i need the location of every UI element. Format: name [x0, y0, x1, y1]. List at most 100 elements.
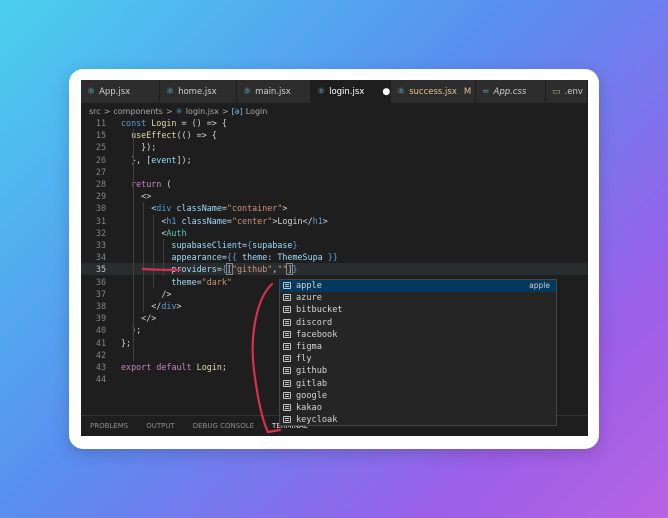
code-token: h1 — [312, 215, 323, 226]
code-text: const Login = () => { — [121, 117, 227, 129]
code-token: } — [292, 240, 298, 250]
env-file-icon: ▭ — [552, 86, 561, 97]
code-text: theme="dark" — [121, 276, 232, 288]
breadcrumb-symbol[interactable]: Login — [246, 107, 268, 116]
suggestion-label: github — [296, 366, 328, 377]
tab-label: login.jsx — [329, 86, 365, 97]
indent-guide — [153, 214, 154, 288]
code-token: useEffect — [131, 130, 177, 141]
code-line[interactable]: 25 }); — [81, 141, 588, 153]
code-token: supabaseClient — [171, 240, 243, 250]
code-token: const — [121, 118, 152, 128]
code-token: = () => { — [176, 118, 227, 128]
suggestion-item[interactable]: kakao — [280, 402, 556, 414]
code-line[interactable]: 32 <Auth — [81, 227, 588, 239]
code-token: event — [151, 154, 177, 165]
code-token: supabase — [252, 240, 293, 250]
code-text: </> — [121, 312, 156, 324]
code-token: }; — [121, 337, 132, 348]
indent-guide — [143, 202, 144, 313]
code-line[interactable]: 15 useEffect(() => { — [81, 129, 588, 141]
code-text: ); — [121, 324, 141, 336]
code-line[interactable]: 28 return ( — [81, 178, 588, 190]
code-token: }} — [322, 252, 338, 263]
suggestion-item[interactable]: github — [280, 365, 556, 377]
code-text: }; — [121, 337, 131, 349]
tab-label: App.css — [493, 86, 527, 97]
line-number: 41 — [95, 337, 106, 348]
code-token: "container" — [226, 203, 283, 214]
tab-login-jsx[interactable]: ⚛ login.jsx ● — [311, 80, 391, 103]
unsaved-dot-icon[interactable]: ● — [382, 87, 390, 97]
code-token: appearance — [171, 252, 222, 263]
react-icon: ⚛ — [243, 86, 252, 97]
code-line[interactable]: 29 <> — [81, 190, 588, 202]
panel-tab-problems[interactable]: PROBLEMS — [90, 422, 128, 430]
line-number: 31 — [95, 215, 106, 226]
tab-home-jsx[interactable]: ⚛ home.jsx — [160, 80, 237, 103]
suggestion-detail: apple — [529, 281, 550, 290]
text-value-icon — [283, 306, 291, 314]
code-line[interactable]: 33 supabaseClient={supabase} — [81, 239, 588, 251]
tab-success-jsx[interactable]: ⚛ success.jsx M — [391, 80, 476, 103]
breadcrumb-components[interactable]: components — [113, 107, 162, 116]
suggestion-item[interactable]: discord — [280, 317, 556, 329]
suggestion-label: azure — [296, 293, 322, 304]
tab-env[interactable]: ▭ .env — [546, 80, 588, 103]
code-token: ThemeSupa — [277, 252, 323, 263]
react-icon: ⚛ — [397, 86, 406, 97]
text-value-icon — [283, 294, 291, 302]
code-editor-window: ⚛ App.jsx ⚛ home.jsx ⚛ main.jsx ⚛ login.jsx ● ⚛ su… — [81, 80, 588, 436]
suggestion-item[interactable]: bitbucket — [280, 304, 556, 316]
tab-app-css[interactable]: ≈ App.css — [476, 80, 546, 103]
breadcrumb-file[interactable]: login.jsx — [186, 107, 219, 116]
tab-main-jsx[interactable]: ⚛ main.jsx — [237, 80, 311, 103]
code-token: className — [181, 215, 227, 226]
text-value-icon — [283, 404, 291, 411]
code-line[interactable]: 11 const Login = () => { — [81, 117, 588, 129]
suggestion-item[interactable]: azure — [280, 292, 556, 304]
suggestion-item[interactable]: google — [280, 390, 556, 402]
suggestion-item[interactable]: facebook — [280, 329, 556, 341]
suggestion-item[interactable]: apple apple — [280, 280, 556, 293]
code-token: >Login</ — [272, 215, 313, 226]
code-text: }, [event]); — [121, 154, 192, 166]
tab-app-jsx[interactable]: ⚛ App.jsx — [81, 80, 160, 103]
code-token: return — [131, 179, 162, 189]
text-value-icon — [283, 416, 291, 424]
code-text: providers={["github",""]} — [121, 263, 298, 276]
code-token: (() => { — [176, 130, 217, 141]
code-token: ]); — [176, 154, 192, 165]
code-line[interactable]: 27 — [81, 166, 588, 178]
code-token: > — [322, 215, 328, 226]
css-icon: ≈ — [482, 86, 490, 97]
panel-tab-debug-console[interactable]: DEBUG CONSOLE — [193, 422, 254, 430]
suggestion-item[interactable]: keycloak — [280, 414, 556, 426]
suggestion-item[interactable]: figma — [280, 341, 556, 353]
breadcrumb-src[interactable]: src — [89, 107, 101, 116]
code-token: theme — [171, 276, 197, 287]
panel-tab-output[interactable]: OUTPUT — [146, 422, 175, 430]
code-line[interactable]: 30 <div className="container"> — [81, 202, 588, 214]
suggestion-item[interactable]: gitlab — [280, 378, 556, 390]
code-token: ( — [161, 179, 172, 189]
code-token: > — [176, 301, 182, 311]
line-number: 37 — [95, 288, 106, 299]
line-number: 15 — [95, 130, 106, 141]
indent-guide — [163, 239, 164, 276]
react-icon: ⚛ — [175, 106, 183, 116]
code-token: </ — [121, 301, 162, 311]
line-number: 42 — [95, 349, 106, 360]
code-token: h1 — [166, 215, 177, 226]
suggestion-item[interactable]: fly — [280, 353, 556, 365]
text-value-icon — [283, 355, 291, 363]
code-line[interactable]: 31 <h1 className="center">Login</h1> — [81, 215, 588, 227]
code-token: "github" — [231, 264, 273, 275]
code-line[interactable]: 26 }, [event]); — [81, 154, 588, 166]
tab-label: success.jsx — [409, 86, 457, 97]
code-token: < — [121, 203, 157, 214]
line-number: 33 — [95, 240, 106, 250]
code-line[interactable]: 35 providers={["github",""]} — [81, 263, 588, 276]
code-line[interactable]: 34 appearance={{ theme: ThemeSupa }} — [81, 251, 588, 263]
